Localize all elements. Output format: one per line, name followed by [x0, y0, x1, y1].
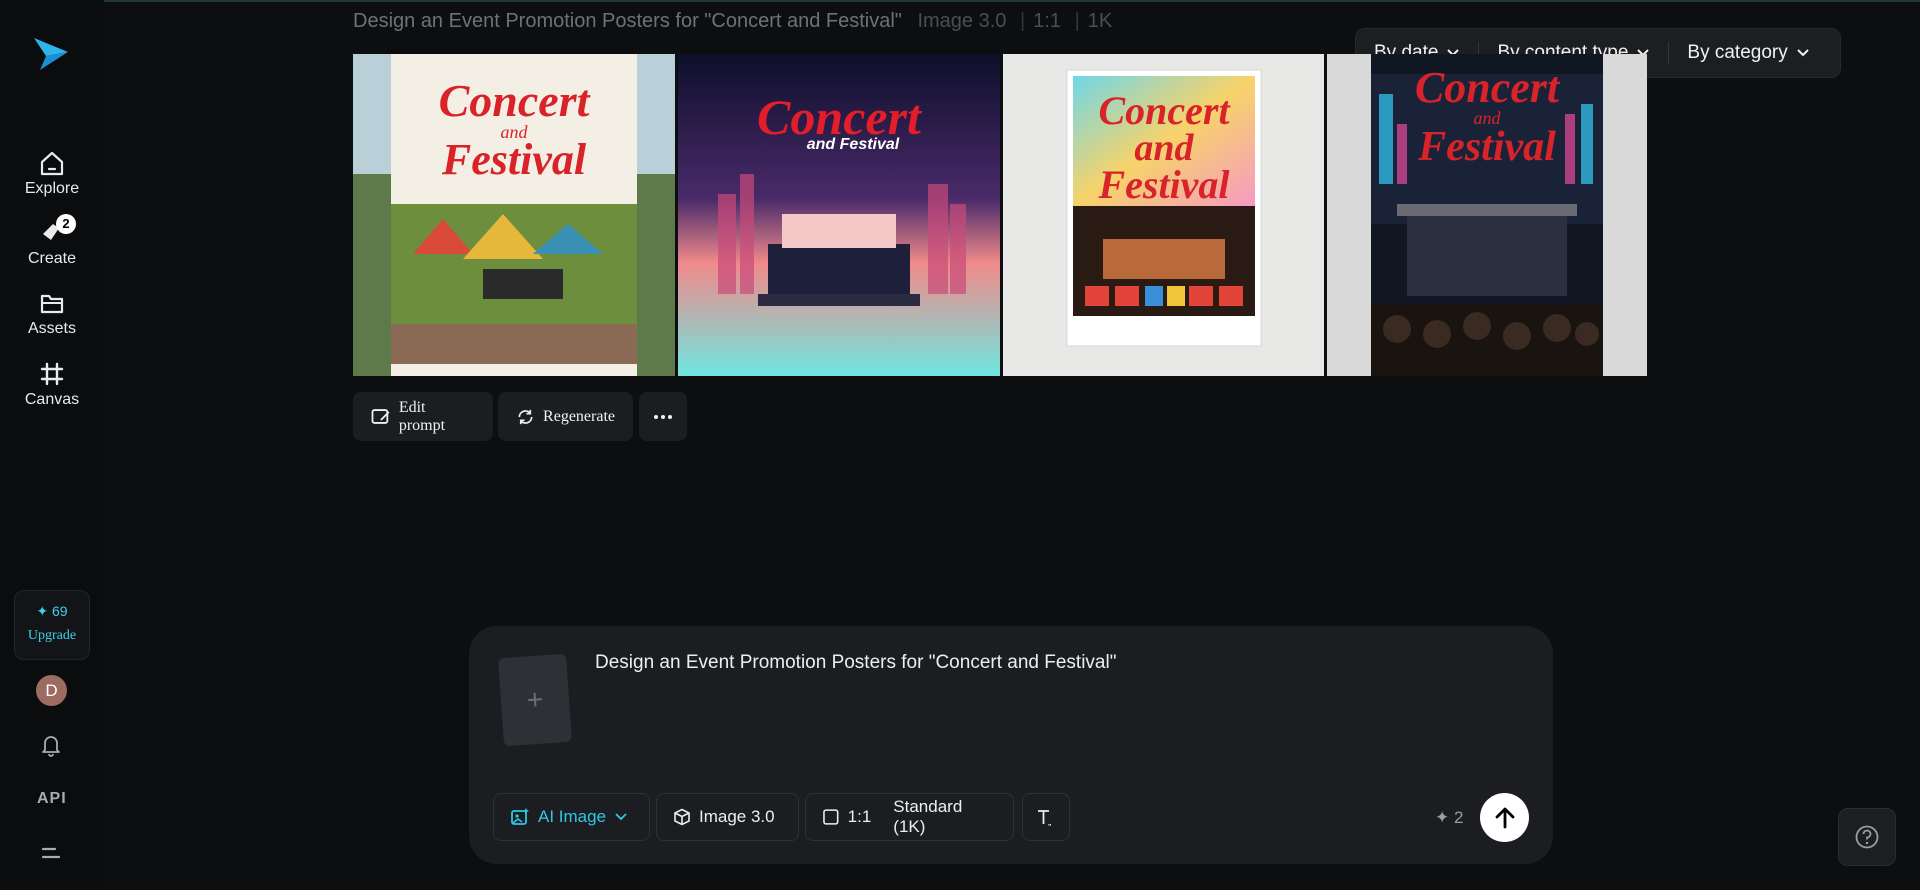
meta-divider: |	[1019, 10, 1026, 32]
api-link[interactable]: API	[37, 790, 67, 808]
page-title: Design an Event Promotion Posters for "C…	[353, 10, 1112, 33]
generated-image-3[interactable]: Concert and Festival	[1003, 54, 1324, 376]
send-button[interactable]	[1480, 793, 1529, 842]
mode-label: AI Image	[538, 807, 607, 826]
generated-image-1[interactable]: Concert and Festival	[353, 54, 675, 376]
quality-label: Standard (1K)	[893, 797, 963, 836]
text-format-icon: „	[1038, 810, 1051, 826]
home-icon	[40, 151, 64, 176]
svg-text:„: „	[1048, 817, 1051, 826]
folder-icon	[40, 294, 64, 314]
upgrade-card[interactable]: ✦ 69 Upgrade	[14, 590, 90, 660]
edit-icon	[371, 408, 390, 424]
menu-icon[interactable]	[40, 843, 62, 863]
generated-image-2[interactable]: Concert and Festival	[678, 54, 1000, 376]
model-label: Image 3.0	[699, 807, 775, 826]
generated-image-4[interactable]: Concert and Festival	[1327, 54, 1647, 376]
generation-cost: ✦ 2	[1435, 808, 1463, 828]
poster-title-line2: Festival	[1097, 162, 1230, 207]
ratio-quality-selector[interactable]: 1:1 Standard (1K)	[805, 793, 1014, 841]
refresh-icon	[518, 409, 533, 424]
ratio-meta: 1:1	[1033, 10, 1061, 32]
poster-illustration: Concert and Festival	[1003, 54, 1324, 376]
sidebar-item-label: Assets	[27, 320, 76, 337]
sparkle-icon: ✦	[36, 603, 49, 619]
credits-count: ✦ 69	[15, 603, 89, 620]
poster-title-line1: Concert	[439, 75, 591, 126]
edit-prompt-label: Edit prompt	[398, 398, 446, 434]
arrow-up-icon	[1495, 807, 1514, 828]
logo-icon[interactable]	[32, 36, 70, 72]
chevron-down-icon	[615, 813, 627, 821]
filter-label: By category	[1687, 42, 1788, 63]
plus-icon: +	[525, 683, 545, 716]
poster-title-and: and Festival	[807, 136, 900, 153]
poster-illustration: Concert and Festival	[353, 54, 675, 376]
mode-selector[interactable]: AI Image	[493, 793, 650, 841]
credits-value: 69	[52, 603, 68, 619]
create-badge: 2	[56, 214, 76, 234]
sidebar-item-assets[interactable]: Assets	[0, 288, 104, 338]
cost-value: 2	[1453, 808, 1464, 827]
sidebar-item-explore[interactable]: Explore	[0, 148, 104, 198]
regenerate-label: Regenerate	[543, 407, 615, 425]
chevron-down-icon	[1797, 49, 1809, 57]
sidebar: Explore 2 Create Assets Canvas ✦ 69 Upgr…	[0, 0, 104, 890]
canvas-icon	[40, 362, 64, 386]
sidebar-item-canvas[interactable]: Canvas	[0, 359, 104, 409]
poster-illustration: Concert and Festival	[1327, 54, 1647, 376]
filter-by-category[interactable]: By category	[1669, 29, 1827, 77]
image-gallery: Concert and Festival Concert and Festiva…	[353, 54, 1647, 376]
regenerate-button[interactable]: Regenerate	[498, 392, 633, 441]
bell-icon[interactable]	[38, 732, 64, 758]
help-button[interactable]	[1838, 808, 1896, 866]
square-ratio-icon	[823, 809, 839, 825]
ai-image-icon	[511, 808, 529, 825]
ratio-label: 1:1	[847, 807, 872, 826]
prompt-title-text: Design an Event Promotion Posters for "C…	[353, 10, 902, 32]
text-style-button[interactable]: „	[1022, 793, 1070, 841]
help-icon	[1855, 825, 1879, 849]
prompt-input[interactable]: Design an Event Promotion Posters for "C…	[595, 652, 1116, 674]
sidebar-item-label: Explore	[24, 180, 80, 197]
more-icon	[654, 414, 672, 419]
poster-title-line2: Festival	[1417, 124, 1556, 170]
model-selector[interactable]: Image 3.0	[656, 793, 799, 841]
sidebar-item-label: Canvas	[24, 391, 80, 408]
add-reference-image-button[interactable]: +	[498, 653, 572, 747]
poster-title-line2: Festival	[441, 135, 587, 184]
model-meta: Image 3.0	[917, 10, 1007, 32]
sidebar-item-label: Create	[27, 250, 77, 267]
resolution-meta: 1K	[1087, 10, 1113, 32]
avatar[interactable]: D	[36, 675, 67, 706]
cube-icon	[674, 808, 690, 826]
edit-prompt-button[interactable]: Edit prompt	[353, 392, 493, 441]
more-options-button[interactable]	[639, 392, 687, 441]
poster-illustration: Concert and Festival	[678, 54, 1000, 376]
sidebar-item-create[interactable]: 2 Create	[0, 214, 104, 268]
sparkle-icon: ✦	[1435, 808, 1450, 827]
top-border	[0, 0, 1920, 2]
poster-title-line1: Concert	[1415, 63, 1561, 112]
prompt-composer: + Design an Event Promotion Posters for …	[469, 626, 1553, 864]
upgrade-link[interactable]: Upgrade	[15, 628, 89, 644]
meta-divider: |	[1074, 10, 1080, 32]
